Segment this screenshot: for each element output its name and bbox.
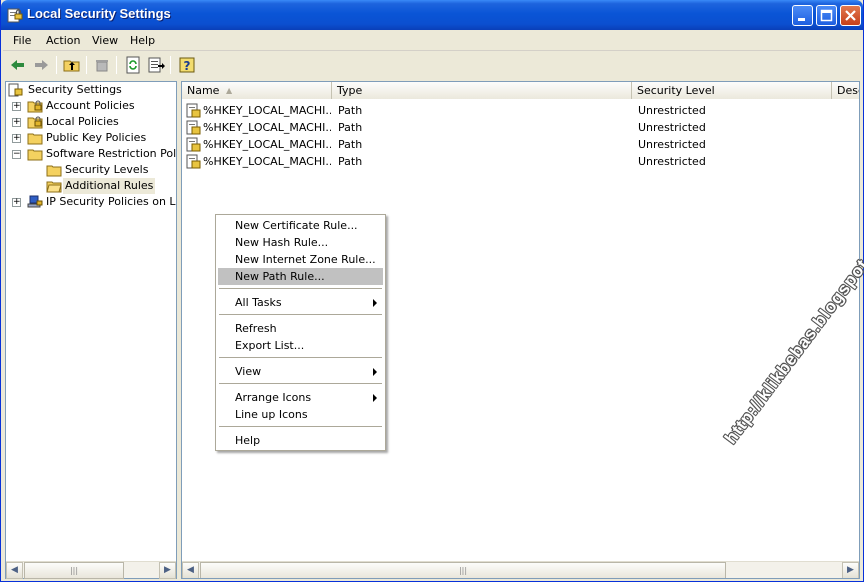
delete-icon (96, 60, 108, 72)
tree-item-local-policies[interactable]: + Local Policies (6, 114, 176, 130)
maximize-icon (820, 9, 833, 22)
expand-toggle[interactable]: + (12, 134, 21, 143)
forward-button[interactable] (31, 55, 51, 75)
toolbar-separator (116, 56, 117, 74)
back-arrow-icon (11, 60, 24, 70)
minimize-button[interactable] (792, 5, 813, 26)
list-header: Name ▲ Type Security Level Description (182, 82, 859, 99)
tree-item-account-policies[interactable]: + Account Policies (6, 98, 176, 114)
tree-item-security-levels[interactable]: Security Levels (6, 162, 176, 178)
up-folder-icon (63, 60, 80, 72)
tree-item-public-key-policies[interactable]: + Public Key Policies (6, 130, 176, 146)
submenu-arrow-icon (373, 368, 377, 376)
menu-item-all-tasks[interactable]: All Tasks (218, 294, 383, 311)
security-settings-icon (8, 83, 23, 97)
toolbar-separator (56, 56, 57, 74)
console-tree[interactable]: Security Settings + Account Policies + L… (5, 81, 177, 579)
list-row[interactable]: %HKEY_LOCAL_MACHI... Path Unrestricted (182, 153, 859, 170)
close-icon (845, 10, 856, 21)
app-window: Local Security Settings File Action View… (0, 0, 864, 582)
menu-view[interactable]: View (92, 34, 118, 47)
list-row[interactable]: %HKEY_LOCAL_MACHI... Path Unrestricted (182, 102, 859, 119)
expand-toggle[interactable]: + (12, 198, 21, 207)
lock-folder-icon (27, 116, 43, 129)
list-row[interactable]: %HKEY_LOCAL_MACHI... Path Unrestricted (182, 119, 859, 136)
scroll-right-button[interactable]: ▶ (842, 562, 859, 578)
up-one-level-button[interactable] (62, 55, 82, 75)
submenu-arrow-icon (373, 394, 377, 402)
tree-root-label: Security Settings (28, 83, 122, 96)
column-header-description[interactable]: Description (832, 82, 859, 99)
security-settings-icon (7, 8, 23, 23)
menu-item-new-path-rule[interactable]: New Path Rule... (218, 268, 383, 285)
menu-item-help[interactable]: Help (218, 432, 383, 449)
list-row[interactable]: %HKEY_LOCAL_MACHI... Path Unrestricted (182, 136, 859, 153)
column-header-security-level[interactable]: Security Level (632, 82, 832, 99)
menu-item-new-hash-rule[interactable]: New Hash Rule... (218, 234, 383, 251)
title-bar[interactable]: Local Security Settings (1, 0, 863, 30)
delete-button[interactable] (92, 55, 112, 75)
menu-help[interactable]: Help (130, 34, 155, 47)
window-title: Local Security Settings (27, 6, 171, 21)
minimize-icon (798, 18, 805, 21)
scroll-thumb[interactable]: ||| (24, 562, 124, 579)
scroll-right-button[interactable]: ▶ (159, 562, 176, 579)
tree-horizontal-scrollbar[interactable]: ◀ ||| ▶ (6, 561, 176, 579)
forward-arrow-icon (35, 60, 48, 70)
menu-separator (219, 288, 382, 289)
menu-separator (219, 314, 382, 315)
column-header-type[interactable]: Type (332, 82, 632, 99)
path-rule-icon (186, 137, 201, 152)
folder-open-icon (27, 149, 43, 161)
expand-toggle[interactable]: + (12, 118, 21, 127)
list-horizontal-scrollbar[interactable]: ◀ ||| ▶ (182, 561, 859, 578)
collapse-toggle[interactable]: − (12, 150, 21, 159)
scroll-thumb[interactable]: ||| (200, 562, 726, 578)
menu-separator (219, 357, 382, 358)
menu-item-arrange-icons[interactable]: Arrange Icons (218, 389, 383, 406)
toolbar: ? (3, 52, 861, 78)
path-rule-icon (186, 120, 201, 135)
menu-item-refresh[interactable]: Refresh (218, 320, 383, 337)
ip-security-icon (27, 195, 43, 208)
menu-action[interactable]: Action (46, 34, 80, 47)
submenu-arrow-icon (373, 299, 377, 307)
menu-item-new-internet-zone-rule[interactable]: New Internet Zone Rule... (218, 251, 383, 268)
tree-item-ip-security-policies[interactable]: + IP Security Policies on Local Computer (6, 194, 176, 210)
menu-item-new-certificate-rule[interactable]: New Certificate Rule... (218, 217, 383, 234)
menu-separator (219, 383, 382, 384)
help-button[interactable]: ? (177, 55, 197, 75)
toolbar-separator (86, 56, 87, 74)
menu-item-export-list[interactable]: Export List... (218, 337, 383, 354)
expand-toggle[interactable]: + (12, 102, 21, 111)
tree-item-software-restriction-policies[interactable]: − Software Restriction Policies (6, 146, 176, 162)
folder-icon (27, 133, 43, 145)
close-button[interactable] (840, 5, 861, 26)
scroll-left-button[interactable]: ◀ (6, 562, 23, 579)
back-button[interactable] (8, 55, 28, 75)
export-list-button[interactable] (146, 55, 166, 75)
lock-folder-icon (27, 100, 43, 113)
context-menu: New Certificate Rule... New Hash Rule...… (215, 214, 386, 451)
tree-item-additional-rules[interactable]: Additional Rules (6, 178, 176, 194)
menu-separator (219, 426, 382, 427)
toolbar-separator (170, 56, 171, 74)
svg-text:?: ? (184, 59, 191, 73)
refresh-button[interactable] (123, 55, 143, 75)
maximize-button[interactable] (816, 5, 837, 26)
scroll-left-button[interactable]: ◀ (182, 562, 199, 578)
menu-item-view[interactable]: View (218, 363, 383, 380)
path-rule-icon (186, 154, 201, 169)
folder-open-icon (46, 181, 62, 193)
menu-item-line-up-icons[interactable]: Line up Icons (218, 406, 383, 423)
menu-bar: File Action View Help (3, 30, 861, 51)
sort-ascending-icon: ▲ (226, 86, 233, 95)
refresh-icon (126, 56, 140, 74)
folder-icon (46, 165, 62, 177)
column-header-name[interactable]: Name ▲ (182, 82, 332, 99)
menu-file[interactable]: File (13, 34, 31, 47)
help-icon: ? (179, 57, 195, 73)
path-rule-icon (186, 103, 201, 118)
export-list-icon (148, 57, 165, 73)
